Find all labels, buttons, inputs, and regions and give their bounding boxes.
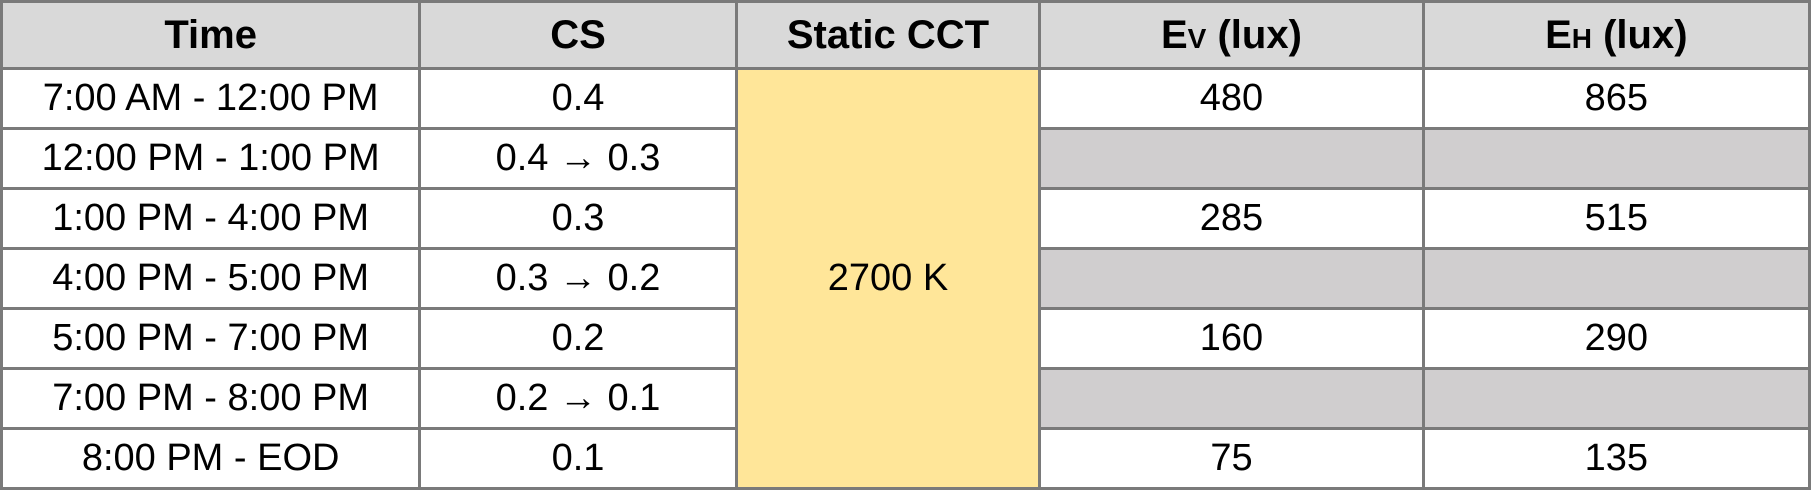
eh-cell: 290	[1421, 307, 1811, 370]
ev-cell-transition	[1038, 367, 1425, 430]
header-eh: EH (lux)	[1421, 0, 1811, 70]
ev-cell: 75	[1038, 427, 1425, 490]
ev-cell: 480	[1038, 67, 1425, 130]
eh-cell: 515	[1421, 187, 1811, 250]
header-eh-unit: (lux)	[1592, 12, 1688, 57]
time-cell: 8:00 PM - EOD	[0, 427, 422, 490]
table-row: 7:00 AM - 12:00 PM 0.4 2700 K 480 865	[0, 67, 1811, 490]
header-ev-unit: (lux)	[1206, 12, 1302, 57]
header-cs: CS	[418, 0, 738, 70]
lighting-schedule-table: Time CS Static CCT EV (lux) EH (lux) 7:0…	[0, 0, 1811, 490]
ev-cell-transition	[1038, 247, 1425, 310]
eh-cell: 865	[1421, 67, 1811, 130]
time-cell: 7:00 AM - 12:00 PM	[0, 67, 422, 130]
time-cell: 5:00 PM - 7:00 PM	[0, 307, 422, 370]
ev-cell: 285	[1038, 187, 1425, 250]
eh-cell-transition	[1421, 127, 1811, 190]
eh-cell-transition	[1421, 247, 1811, 310]
eh-cell: 135	[1421, 427, 1811, 490]
static-cct-cell: 2700 K	[734, 67, 1042, 490]
cs-cell: 0.2 → 0.1	[418, 367, 738, 430]
time-cell: 4:00 PM - 5:00 PM	[0, 247, 422, 310]
cs-cell: 0.4 → 0.3	[418, 127, 738, 190]
header-eh-symbol: E	[1545, 12, 1572, 57]
header-ev-symbol: E	[1160, 12, 1188, 57]
header-row: Time CS Static CCT EV (lux) EH (lux)	[0, 0, 1811, 70]
cs-cell: 0.1	[418, 427, 738, 490]
cs-cell: 0.2	[418, 307, 738, 370]
cs-cell: 0.3	[418, 187, 738, 250]
ev-cell-transition	[1038, 127, 1425, 190]
time-cell: 1:00 PM - 4:00 PM	[0, 187, 422, 250]
cs-cell: 0.4	[418, 67, 738, 130]
cs-cell: 0.3 → 0.2	[418, 247, 738, 310]
header-static-cct: Static CCT	[734, 0, 1042, 70]
table-body: 7:00 AM - 12:00 PM 0.4 2700 K 480 865 12…	[0, 67, 1811, 490]
table-header: Time CS Static CCT EV (lux) EH (lux)	[0, 0, 1811, 70]
header-ev-subscript: V	[1187, 22, 1207, 54]
header-ev: EV (lux)	[1038, 0, 1425, 70]
header-time: Time	[0, 0, 422, 70]
time-cell: 12:00 PM - 1:00 PM	[0, 127, 422, 190]
eh-cell-transition	[1421, 367, 1811, 430]
ev-cell: 160	[1038, 307, 1425, 370]
header-eh-subscript: H	[1571, 22, 1592, 54]
time-cell: 7:00 PM - 8:00 PM	[0, 367, 422, 430]
